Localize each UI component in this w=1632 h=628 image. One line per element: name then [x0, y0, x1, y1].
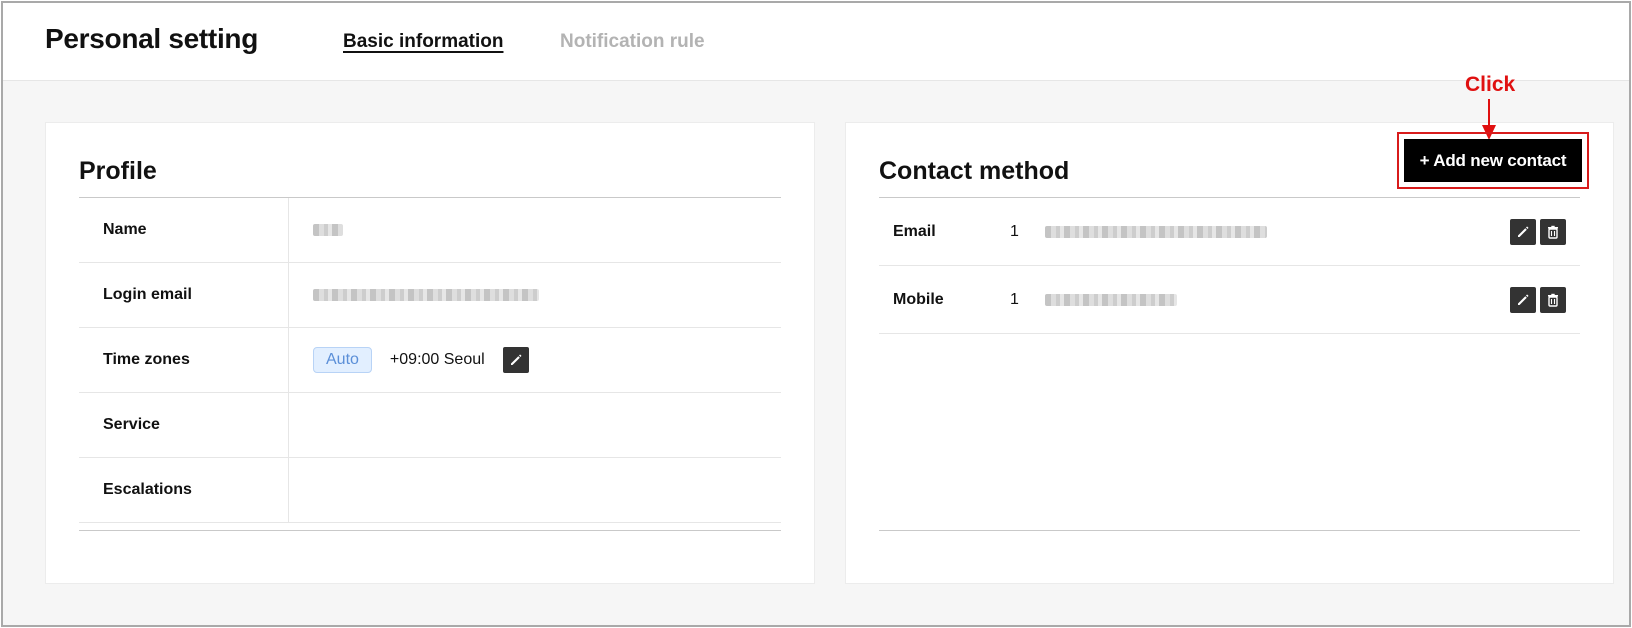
column-divider	[288, 328, 289, 392]
login-email-label: Login email	[103, 286, 192, 303]
top-bar: Personal setting Basic information Notif…	[3, 3, 1629, 81]
contact-value	[1045, 266, 1177, 333]
name-label: Name	[103, 221, 147, 238]
redacted-phone	[1045, 293, 1177, 306]
profile-row-name: Name	[79, 198, 781, 263]
tab-basic-information[interactable]: Basic information	[343, 31, 503, 53]
edit-contact-button[interactable]	[1510, 218, 1536, 245]
page-title: Personal setting	[45, 23, 259, 54]
column-divider	[288, 198, 289, 262]
profile-row-escalations: Escalations	[79, 458, 781, 523]
profile-row-time-zones: Time zones Auto +09:00 Seoul	[79, 328, 781, 393]
escalations-label: Escalations	[103, 481, 192, 498]
redacted-email	[313, 289, 539, 301]
click-annotation-label: Click	[1465, 73, 1516, 96]
trash-icon	[1548, 225, 1558, 239]
pencil-icon	[1518, 294, 1529, 305]
delete-contact-button[interactable]	[1540, 286, 1566, 313]
trash-icon	[1548, 293, 1558, 307]
contact-row-mobile: Mobile 1	[879, 266, 1580, 334]
contact-footer-rule	[879, 530, 1580, 531]
app-window: Personal setting Basic information Notif…	[1, 1, 1631, 627]
column-divider	[288, 263, 289, 327]
name-value	[313, 198, 343, 262]
redacted-email	[1045, 225, 1267, 238]
contact-row-email: Email 1	[879, 198, 1580, 266]
column-divider	[288, 393, 289, 457]
contact-priority: 1	[1010, 223, 1019, 240]
column-divider	[288, 458, 289, 522]
tab-notification-rule[interactable]: Notification rule	[560, 31, 705, 53]
contact-panel: Contact method Email 1 Mobile 1	[845, 122, 1614, 584]
profile-footer-rule	[79, 530, 781, 531]
edit-time-zone-button[interactable]	[502, 347, 529, 373]
row-actions	[1510, 198, 1566, 265]
pencil-icon	[510, 354, 522, 365]
service-label: Service	[103, 416, 160, 433]
profile-row-service: Service	[79, 393, 781, 458]
delete-contact-button[interactable]	[1540, 218, 1566, 245]
pencil-icon	[1518, 226, 1529, 237]
row-actions	[1510, 266, 1566, 333]
profile-row-login-email: Login email	[79, 263, 781, 328]
time-zones-value: Auto +09:00 Seoul	[313, 328, 529, 392]
time-zone-text: +09:00 Seoul	[389, 351, 485, 368]
contact-value	[1045, 198, 1267, 265]
time-zones-label: Time zones	[103, 351, 190, 368]
contact-priority: 1	[1010, 291, 1019, 308]
profile-panel: Profile Name Login email Time zones Auto…	[45, 122, 815, 584]
edit-contact-button[interactable]	[1510, 286, 1536, 313]
auto-badge: Auto	[313, 347, 372, 373]
profile-title: Profile	[79, 157, 157, 185]
add-new-contact-button[interactable]: + Add new contact	[1404, 139, 1582, 182]
contact-type: Mobile	[893, 291, 944, 308]
login-email-value	[313, 263, 539, 327]
contact-type: Email	[893, 223, 936, 240]
redacted-name	[313, 224, 343, 236]
contact-title: Contact method	[879, 157, 1070, 185]
